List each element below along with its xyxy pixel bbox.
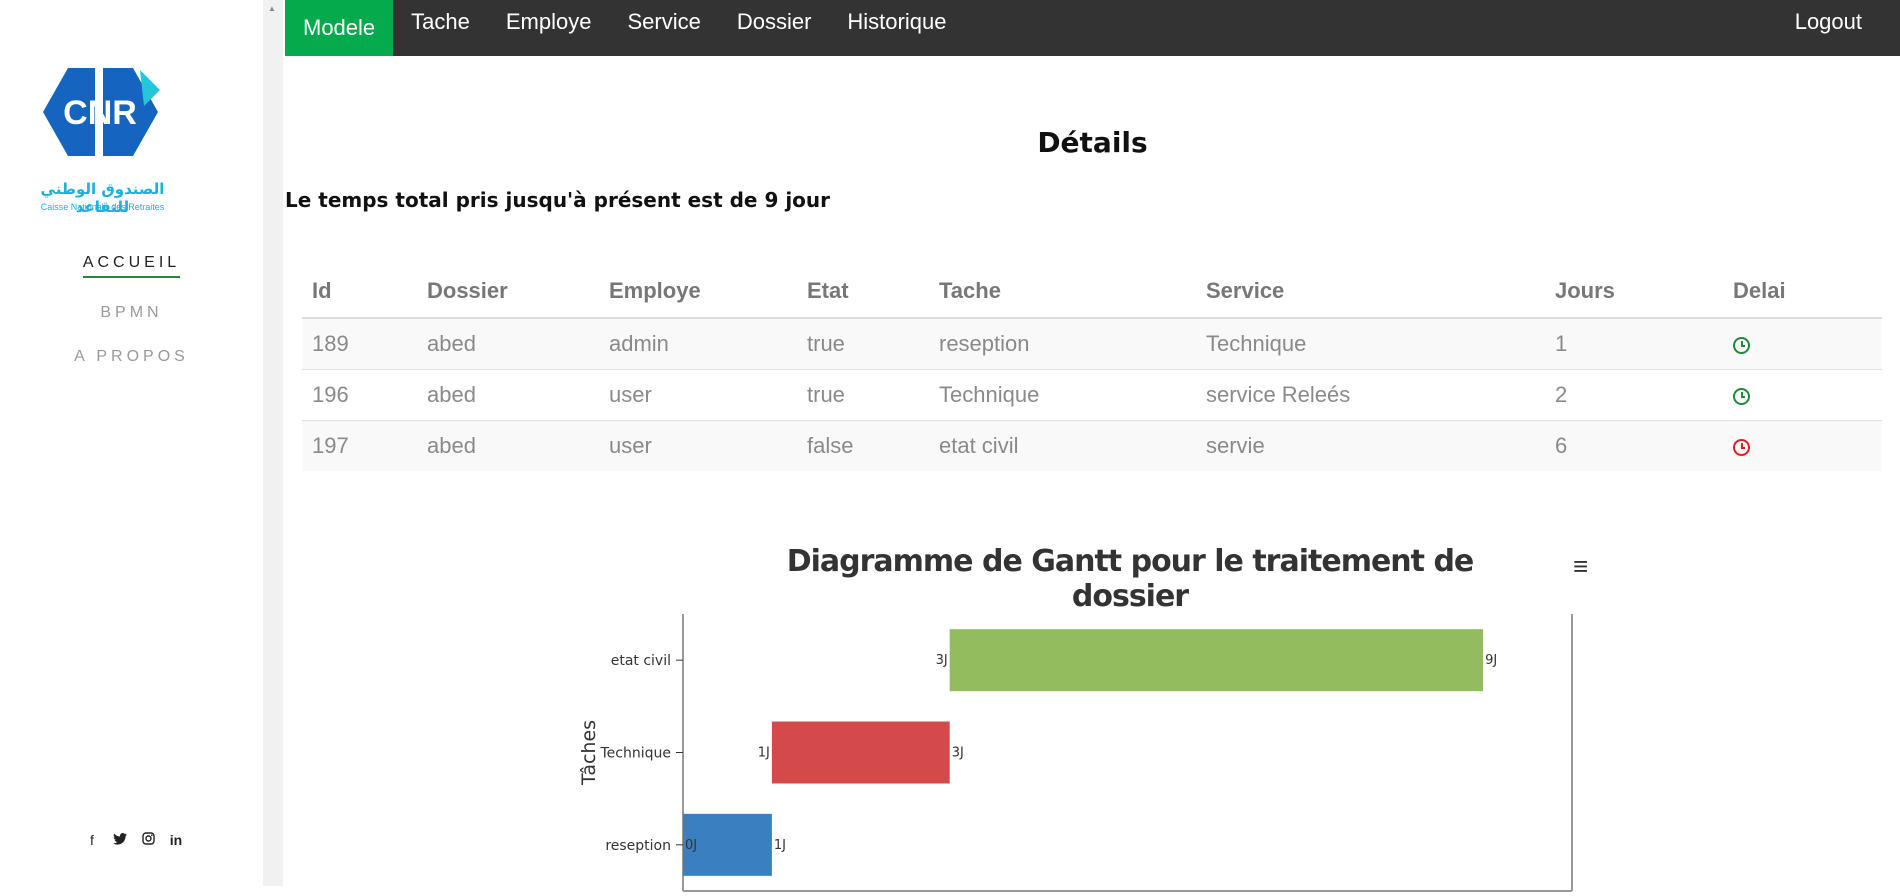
logo-french-text: Caisse Nationale des Retraites (40, 202, 165, 212)
side-nav-accueil[interactable]: ACCUEIL (82, 254, 181, 278)
clock-on-time-icon (1733, 387, 1750, 405)
side-nav-bpmn[interactable]: BPMN (0, 304, 263, 322)
instagram-icon[interactable] (140, 832, 156, 848)
table-row: 196 abed user true Technique service Rel… (302, 369, 1882, 421)
cell-employe: user (599, 420, 797, 471)
gantt-bar (949, 629, 1484, 692)
cell-service: servie (1196, 420, 1545, 471)
bar-start-label: 1J (758, 746, 770, 761)
col-employe: Employe (599, 265, 797, 319)
gantt-chart: Diagramme de Gantt pour le traitement de… (285, 496, 1900, 896)
bar-end-label: 9J (1485, 653, 1497, 668)
y-axis-title: Tâches (578, 720, 600, 786)
main-content: Détails Le temps total pris jusqu'à prés… (285, 56, 1900, 892)
table-header-row: Id Dossier Employe Etat Tache Service Jo… (302, 265, 1882, 319)
nav-employe[interactable]: Employe (488, 0, 610, 44)
cell-service: Technique (1196, 317, 1545, 370)
col-dossier: Dossier (417, 265, 599, 319)
cell-delai (1723, 317, 1882, 370)
cell-tache: Technique (929, 369, 1196, 421)
nav-historique[interactable]: Historique (829, 0, 964, 44)
cell-delai (1723, 369, 1882, 421)
gantt-bar (771, 721, 950, 784)
logout-link[interactable]: Logout (1777, 0, 1880, 44)
nav-service[interactable]: Service (609, 0, 718, 44)
cell-dossier: abed (417, 420, 599, 471)
gantt-svg: 0Jours10JoursLa date par jourTâchesetat … (578, 614, 1573, 892)
y-tick-label: etat civil (611, 653, 671, 669)
table-row: 189 abed admin true reseption Technique … (302, 317, 1882, 370)
cell-dossier: abed (417, 369, 599, 421)
cell-id: 197 (302, 420, 417, 471)
details-table: Id Dossier Employe Etat Tache Service Jo… (302, 265, 1882, 471)
facebook-icon[interactable]: f (84, 832, 100, 848)
col-tache: Tache (929, 265, 1196, 319)
page-title: Détails (1037, 126, 1148, 159)
clock-on-time-icon (1733, 336, 1750, 354)
nav-modele[interactable]: Modele (285, 0, 394, 56)
cell-delai (1723, 420, 1882, 471)
y-tick-label: reseption (605, 838, 671, 854)
cell-id: 196 (302, 369, 417, 421)
col-id: Id (302, 265, 417, 319)
linkedin-icon[interactable]: in (168, 832, 184, 848)
nav-tache[interactable]: Tache (393, 0, 488, 44)
logo-text: CNR (63, 94, 137, 132)
top-navbar: Modele Tache Employe Service Dossier His… (285, 0, 1900, 56)
cell-employe: admin (599, 317, 797, 370)
bar-end-label: 1J (774, 838, 786, 853)
col-etat: Etat (797, 265, 929, 319)
twitter-icon[interactable] (112, 832, 128, 848)
sidebar-scrollbar[interactable] (263, 0, 283, 886)
sidebar: CNR الصندوق الوطني للتقاعد Caisse Nation… (0, 0, 263, 886)
cell-employe: user (599, 369, 797, 421)
clock-late-icon (1733, 438, 1750, 456)
col-jours: Jours (1545, 265, 1723, 319)
cell-tache: etat civil (929, 420, 1196, 471)
cell-etat: false (797, 420, 929, 471)
col-service: Service (1196, 265, 1545, 319)
side-nav: ACCUEIL BPMN A PROPOS (0, 254, 263, 392)
bar-start-label: 0J (685, 838, 697, 853)
cell-dossier: abed (417, 317, 599, 370)
cell-service: service Releés (1196, 369, 1545, 421)
cell-etat: true (797, 369, 929, 421)
cell-jours: 6 (1545, 420, 1723, 471)
cell-jours: 1 (1545, 317, 1723, 370)
nav-dossier[interactable]: Dossier (719, 0, 830, 44)
cell-etat: true (797, 317, 929, 370)
cell-jours: 2 (1545, 369, 1723, 421)
bar-start-label: 3J (936, 653, 948, 668)
col-delai: Delai (1723, 265, 1882, 319)
social-links: f in (84, 832, 184, 848)
y-tick-label: Technique (600, 746, 672, 762)
bar-end-label: 3J (952, 746, 964, 761)
total-time-summary: Le temps total pris jusqu'à présent est … (285, 188, 831, 212)
scroll-up-arrow-icon[interactable]: ▲ (268, 4, 276, 13)
table-row: 197 abed user false etat civil servie 6 (302, 420, 1882, 471)
side-nav-apropos[interactable]: A PROPOS (0, 348, 263, 366)
cell-tache: reseption (929, 317, 1196, 370)
cell-id: 189 (302, 317, 417, 370)
